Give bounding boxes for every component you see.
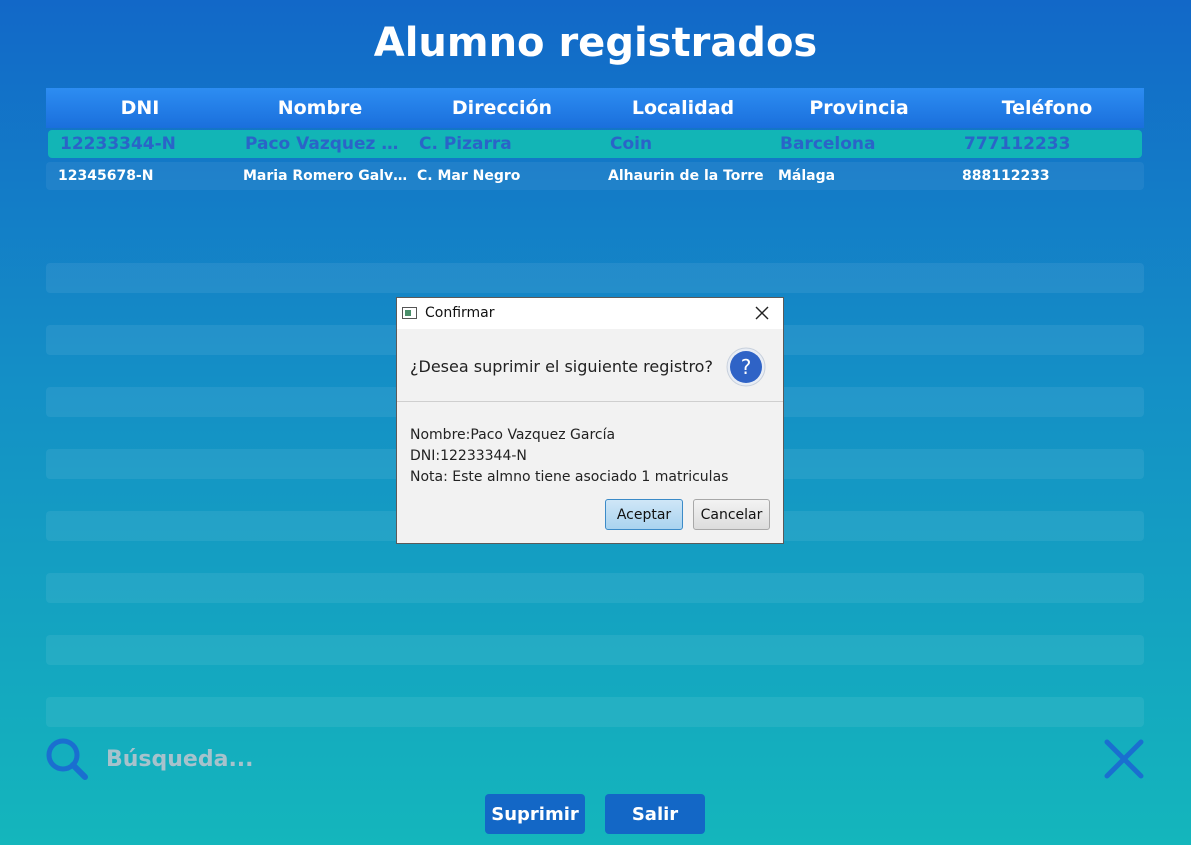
dialog-line-dni: DNI:12233344-N	[410, 448, 527, 464]
dialog-message: Nombre:Paco Vazquez García DNI:12233344-…	[410, 425, 728, 488]
page-title: Alumno registrados	[373, 20, 818, 66]
empty-row	[46, 573, 1144, 603]
svg-text:?: ?	[741, 355, 752, 379]
cell-localidad: Alhaurin de la Torre	[608, 168, 764, 184]
table-row[interactable]: 12345678-N Maria Romero Galvez C. Mar Ne…	[46, 162, 1144, 190]
cell-telefono: 888112233	[962, 168, 1050, 184]
cell-dni: 12233344-N	[60, 134, 176, 154]
students-table: DNI Nombre Dirección Localidad Provincia…	[46, 88, 1144, 727]
cell-provincia: Málaga	[778, 168, 836, 184]
dialog-line-nota: Nota: Este almno tiene asociado 1 matric…	[410, 469, 729, 485]
dialog-question: ¿Desea suprimir el siguiente registro?	[410, 357, 713, 376]
empty-row	[46, 697, 1144, 727]
table-header: DNI Nombre Dirección Localidad Provincia…	[46, 88, 1144, 128]
dialog-title: Confirmar	[425, 305, 495, 321]
cell-direccion: C. Pizarra	[419, 134, 512, 154]
column-header-telefono[interactable]: Teléfono	[950, 97, 1144, 119]
cell-dni: 12345678-N	[58, 168, 154, 184]
app-window-icon	[402, 307, 417, 319]
column-header-dni[interactable]: DNI	[46, 97, 234, 119]
column-header-provincia[interactable]: Provincia	[768, 97, 950, 119]
accept-button[interactable]: Aceptar	[605, 499, 683, 530]
exit-button[interactable]: Salir	[605, 794, 705, 834]
close-icon[interactable]	[753, 304, 771, 322]
table-row[interactable]: 12233344-N Paco Vazquez Ga... C. Pizarra…	[48, 130, 1142, 158]
cell-nombre: Maria Romero Galvez	[243, 168, 408, 184]
cell-telefono: 777112233	[964, 134, 1071, 154]
delete-button[interactable]: Suprimir	[485, 794, 585, 834]
question-icon: ?	[726, 347, 766, 387]
cell-localidad: Coin	[610, 134, 653, 154]
dialog-header: ¿Desea suprimir el siguiente registro? ?	[397, 329, 783, 402]
search-input[interactable]	[104, 742, 708, 776]
close-icon[interactable]	[1102, 737, 1146, 781]
dialog-titlebar[interactable]: Confirmar	[397, 298, 783, 329]
cell-provincia: Barcelona	[780, 134, 876, 154]
cancel-button[interactable]: Cancelar	[693, 499, 770, 530]
confirm-dialog: Confirmar ¿Desea suprimir el siguiente r…	[396, 297, 784, 544]
cell-direccion: C. Mar Negro	[417, 168, 521, 184]
column-header-nombre[interactable]: Nombre	[234, 97, 406, 119]
dialog-line-nombre: Nombre:Paco Vazquez García	[410, 427, 616, 443]
empty-row	[46, 635, 1144, 665]
cell-nombre: Paco Vazquez Ga...	[245, 134, 410, 154]
search-icon	[46, 738, 88, 780]
empty-row	[46, 263, 1144, 293]
column-header-localidad[interactable]: Localidad	[598, 97, 768, 119]
column-header-direccion[interactable]: Dirección	[406, 97, 598, 119]
